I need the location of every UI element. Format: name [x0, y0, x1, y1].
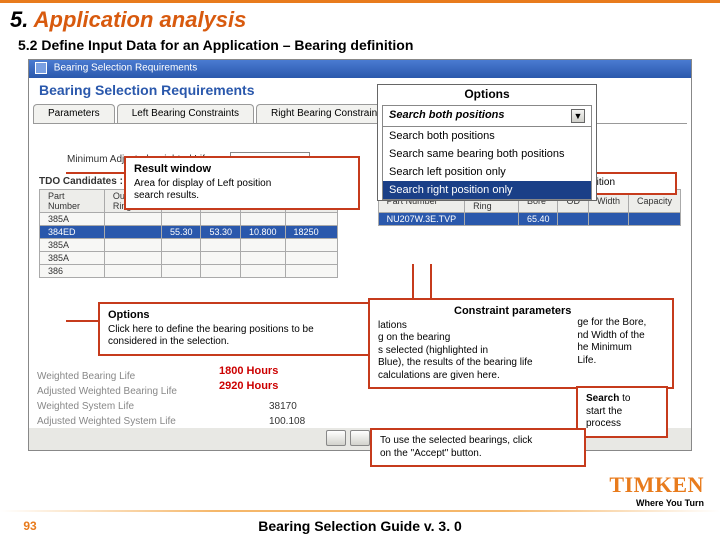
options-dropdown[interactable]: Options Search both positions▼ Search bo…	[377, 84, 597, 201]
app-icon	[35, 62, 47, 74]
table-row: NU207W.3E.TVP65.40	[378, 213, 680, 226]
table-row: 385A	[40, 213, 338, 226]
callout-search: Search to start the process	[576, 386, 668, 438]
table-row: 385A	[40, 239, 338, 252]
callout-accept: To use the selected bearings, click on t…	[370, 428, 586, 467]
red-values: 1800 Hours 2920 Hours	[219, 364, 278, 394]
table-row: 386	[40, 265, 338, 278]
chevron-down-icon[interactable]: ▼	[571, 109, 585, 123]
page-number: 93	[0, 519, 60, 533]
life-values: 38170 100.108	[269, 399, 305, 430]
table-row: 384ED55.3053.3010.80018250	[40, 226, 338, 239]
dropdown-label: Options	[378, 85, 596, 105]
slide-heading: 5. Application analysis	[0, 3, 720, 35]
nav-button[interactable]	[326, 430, 346, 446]
dropdown-option[interactable]: Search same bearing both positions	[383, 145, 591, 163]
dropdown-option[interactable]: Search right position only	[383, 181, 591, 199]
footer-title: Bearing Selection Guide v. 3. 0	[60, 518, 660, 534]
callout-result-window: Result window Area for display of Left p…	[124, 156, 360, 210]
tab-left-constraints[interactable]: Left Bearing Constraints	[117, 104, 254, 123]
table-row: 385A	[40, 252, 338, 265]
brand-logo: TIMKEN Where You Turn	[609, 472, 704, 508]
dropdown-option[interactable]: Search left position only	[383, 163, 591, 181]
callout-constraint: Constraint parameters lations g on the b…	[368, 298, 674, 389]
titlebar: Bearing Selection Requirements	[29, 60, 691, 78]
nav-button[interactable]	[350, 430, 370, 446]
life-labels: Weighted Bearing Life Adjusted Weighted …	[37, 369, 177, 430]
tab-parameters[interactable]: Parameters	[33, 104, 115, 123]
callout-options: Options Click here to define the bearing…	[98, 302, 408, 356]
slide-subheading: 5.2 Define Input Data for an Application…	[0, 35, 720, 57]
dropdown-option[interactable]: Search both positions	[383, 127, 591, 145]
